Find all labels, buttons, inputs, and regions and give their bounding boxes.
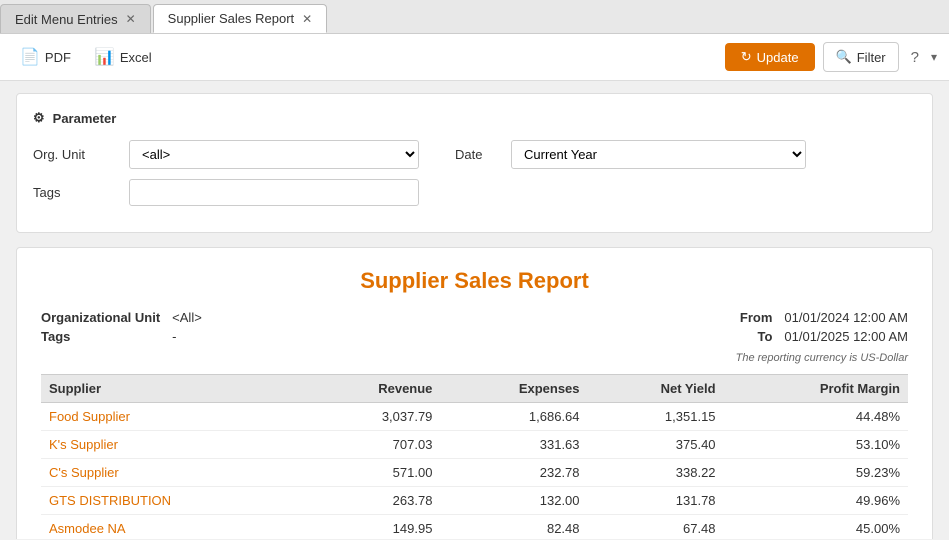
col-header-expenses: Expenses [440,375,587,403]
cell-expenses: 82.48 [440,515,587,540]
cell-revenue: 707.03 [306,431,441,459]
report-table: Supplier Revenue Expenses Net Yield Prof… [41,374,908,539]
cell-revenue: 149.95 [306,515,441,540]
table-row: GTS DISTRIBUTION 263.78132.00131.7849.96% [41,487,908,515]
pdf-label: PDF [45,50,71,65]
currency-note: The reporting currency is US-Dollar [41,352,908,364]
org-unit-meta-val: <All> [172,310,202,325]
cell-profit-margin: 45.00% [724,515,908,540]
cell-profit-margin: 49.96% [724,487,908,515]
tab-bar: Edit Menu Entries ✕ Supplier Sales Repor… [0,0,949,34]
tab-supplier-sales[interactable]: Supplier Sales Report ✕ [153,4,328,33]
sliders-icon: ⚙ [33,110,45,126]
toolbar-left: 📄 PDF 📊 Excel [12,43,160,71]
tab-edit-menu[interactable]: Edit Menu Entries ✕ [0,4,151,33]
excel-label: Excel [120,50,152,65]
cell-revenue: 571.00 [306,459,441,487]
filter-icon: 🔍 [836,49,852,65]
cell-net-yield: 338.22 [588,459,724,487]
tags-meta-key: Tags [41,329,160,344]
filter-button[interactable]: 🔍 Filter [823,42,899,72]
report-section: Supplier Sales Report Organizational Uni… [16,247,933,539]
excel-icon: 📊 [95,47,115,67]
col-header-net-yield: Net Yield [588,375,724,403]
chevron-down-icon: ▾ [931,50,937,64]
table-header-row: Supplier Revenue Expenses Net Yield Prof… [41,375,908,403]
help-icon: ? [911,49,919,66]
cell-profit-margin: 44.48% [724,403,908,431]
pdf-icon: 📄 [20,47,40,67]
report-meta: Organizational Unit <All> From 01/01/202… [41,310,908,344]
toolbar-right: ↻ Update 🔍 Filter ? ▾ [725,42,937,72]
tags-input[interactable] [129,179,419,206]
from-val: 01/01/2024 12:00 AM [784,310,908,325]
table-row: Asmodee NA 149.9582.4867.4845.00% [41,515,908,540]
tab-supplier-sales-close[interactable]: ✕ [302,12,312,26]
cell-expenses: 132.00 [440,487,587,515]
cell-revenue: 3,037.79 [306,403,441,431]
tab-supplier-sales-label: Supplier Sales Report [168,11,294,26]
col-header-profit-margin: Profit Margin [724,375,908,403]
cell-expenses: 232.78 [440,459,587,487]
update-button[interactable]: ↻ Update [725,43,815,71]
table-row: C's Supplier 571.00232.78338.2259.23% [41,459,908,487]
parameter-title: Parameter [53,111,117,126]
report-title: Supplier Sales Report [41,268,908,294]
cell-expenses: 331.63 [440,431,587,459]
supplier-link[interactable]: C's Supplier [49,465,119,480]
cell-revenue: 263.78 [306,487,441,515]
cell-net-yield: 67.48 [588,515,724,540]
update-label: Update [757,50,799,65]
date-select[interactable]: Current Year [511,140,806,169]
to-key: To [740,329,773,344]
help-button[interactable]: ? [907,45,923,70]
table-row: K's Supplier 707.03331.63375.4053.10% [41,431,908,459]
to-val: 01/01/2025 12:00 AM [784,329,908,344]
cell-net-yield: 1,351.15 [588,403,724,431]
refresh-icon: ↻ [741,49,752,65]
cell-profit-margin: 53.10% [724,431,908,459]
tab-edit-menu-close[interactable]: ✕ [126,12,136,26]
supplier-link[interactable]: Food Supplier [49,409,130,424]
from-key: From [740,310,773,325]
parameter-panel: ⚙ Parameter Org. Unit <all> Date Current… [16,93,933,233]
cell-expenses: 1,686.64 [440,403,587,431]
supplier-link[interactable]: K's Supplier [49,437,118,452]
supplier-link[interactable]: Asmodee NA [49,521,126,536]
col-header-supplier: Supplier [41,375,306,403]
expand-button[interactable]: ▾ [931,50,937,64]
table-row: Food Supplier 3,037.791,686.641,351.1544.… [41,403,908,431]
tags-meta-val: - [172,329,202,344]
cell-net-yield: 131.78 [588,487,724,515]
org-unit-select[interactable]: <all> [129,140,419,169]
filter-label: Filter [857,50,886,65]
supplier-link[interactable]: GTS DISTRIBUTION [49,493,171,508]
tab-edit-menu-label: Edit Menu Entries [15,12,118,27]
tags-row: Tags [33,179,916,206]
parameter-header: ⚙ Parameter [33,110,916,126]
main-content: ⚙ Parameter Org. Unit <all> Date Current… [0,81,949,539]
org-unit-row: Org. Unit <all> Date Current Year [33,140,916,169]
pdf-button[interactable]: 📄 PDF [12,43,79,71]
col-header-revenue: Revenue [306,375,441,403]
excel-button[interactable]: 📊 Excel [87,43,160,71]
toolbar: 📄 PDF 📊 Excel ↻ Update 🔍 Filter ? ▾ [0,34,949,81]
org-unit-label: Org. Unit [33,147,113,162]
cell-profit-margin: 59.23% [724,459,908,487]
tags-label: Tags [33,185,113,200]
cell-net-yield: 375.40 [588,431,724,459]
org-unit-meta-key: Organizational Unit [41,310,160,325]
date-label: Date [455,147,495,162]
